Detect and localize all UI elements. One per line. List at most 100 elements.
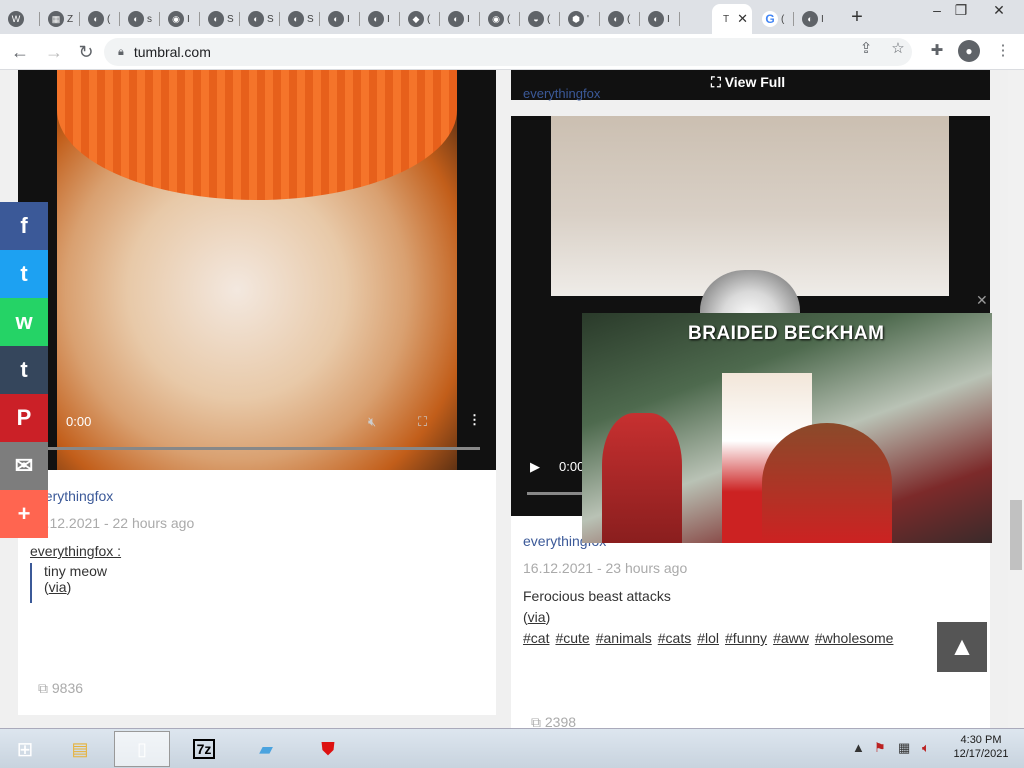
browser-tab[interactable]: ⬢ ' xyxy=(560,4,600,34)
browser-tab[interactable]: ▦ Z xyxy=(40,4,80,34)
start-button-windows-icon[interactable]: ⊞ xyxy=(4,731,46,767)
forward-arrow-icon[interactable]: → xyxy=(42,40,66,64)
reblog-quote: tiny meow (via) xyxy=(30,563,107,603)
browser-tab[interactable]: ◐ I xyxy=(440,4,480,34)
tab-favicon-icon: ◐ xyxy=(448,11,464,27)
tab-label: I xyxy=(347,13,350,25)
tab-label: ( xyxy=(627,13,631,25)
tag-link[interactable]: #lol xyxy=(697,630,719,646)
via-link[interactable]: via xyxy=(49,579,67,595)
7zip-app-icon[interactable]: 7z xyxy=(176,731,232,767)
browser-tab[interactable]: ◐( xyxy=(600,4,640,34)
share-whatsapp-button[interactable]: w xyxy=(0,298,48,346)
via-link-right[interactable]: via xyxy=(528,609,546,625)
tab-label: S xyxy=(267,13,274,25)
fullscreen-icon[interactable]: ⛶ xyxy=(418,414,427,430)
view-full-button[interactable]: ⛶ View Full xyxy=(711,74,785,91)
tag-link[interactable]: #cat xyxy=(523,630,549,646)
security-shield-app-icon[interactable]: ⛊ xyxy=(300,731,356,767)
system-clock[interactable]: 4:30 PM 12/17/2021 xyxy=(946,733,1016,761)
ad-player-figure xyxy=(602,413,682,543)
video-progress[interactable] xyxy=(48,447,480,450)
tray-expand-icon[interactable]: ▲ xyxy=(852,740,865,755)
new-tab-button[interactable]: + xyxy=(846,6,868,29)
tab-label: s xyxy=(147,13,152,25)
scrollbar-thumb[interactable] xyxy=(1010,500,1022,570)
bookmark-star-icon[interactable]: ☆ xyxy=(888,39,908,57)
reblog-author-link[interactable]: everythingfox : xyxy=(30,543,121,559)
maximize-button[interactable]: ❐ xyxy=(946,2,976,19)
document-app-icon[interactable]: ▯ xyxy=(114,731,170,767)
tag-link[interactable]: #wholesome xyxy=(815,630,894,646)
tab-google[interactable]: G ( xyxy=(754,4,794,34)
browser-tab[interactable]: ◐ S xyxy=(240,4,280,34)
profile-avatar-icon[interactable]: ● xyxy=(958,40,980,62)
share-more-button[interactable]: + xyxy=(0,490,48,538)
reload-icon[interactable]: ↻ xyxy=(74,40,98,64)
tab-last[interactable]: ◐ I xyxy=(794,4,834,34)
tag-link[interactable]: #aww xyxy=(773,630,809,646)
share-email-button[interactable]: ✉ xyxy=(0,442,48,490)
back-arrow-icon[interactable]: ← xyxy=(8,40,32,64)
notes-count-right[interactable]: ⧉ 2398 xyxy=(531,714,576,728)
browser-tab[interactable]: ◐( xyxy=(80,4,120,34)
tab-favicon-icon: ◐ xyxy=(88,11,104,27)
tab-label: I xyxy=(187,13,190,25)
previous-author-link[interactable]: everythingfox xyxy=(523,86,600,101)
browser-tab[interactable]: ◒( xyxy=(520,4,560,34)
tab-label: I xyxy=(387,13,390,25)
post-date: 16.12.2021 - 22 hours ago xyxy=(30,515,195,531)
tab-favicon-icon: ◆ xyxy=(408,11,424,27)
file-explorer-icon[interactable]: ▤ xyxy=(52,731,108,767)
browser-tab[interactable]: ◐ I xyxy=(320,4,360,34)
tab-label: Z xyxy=(67,13,74,25)
tray-flag-icon[interactable]: ⚑ xyxy=(874,740,886,756)
play-icon[interactable]: ▶ xyxy=(530,459,540,475)
tab-last-label: I xyxy=(821,13,824,25)
url-text: tumbral.com xyxy=(133,44,211,60)
browser-tab[interactable]: ◐ s xyxy=(120,4,160,34)
browser-tab[interactable]: ◐ S xyxy=(200,4,240,34)
browser-tab[interactable]: ◉ I xyxy=(160,4,200,34)
tab-favicon-icon: ◉ xyxy=(488,11,504,27)
tag-link[interactable]: #cats xyxy=(658,630,691,646)
share-facebook-button[interactable]: f xyxy=(0,202,48,250)
close-window-button[interactable]: ✕ xyxy=(984,2,1014,19)
tray-network-icon[interactable]: ▦ xyxy=(898,740,910,756)
tag-link[interactable]: #funny xyxy=(725,630,767,646)
address-bar[interactable]: 🔒︎ tumbral.com xyxy=(104,38,912,66)
vertical-scrollbar[interactable] xyxy=(1008,70,1024,728)
browser-tab[interactable]: ◐ I xyxy=(360,4,400,34)
video-progress-right[interactable] xyxy=(527,492,587,495)
notes-count-left[interactable]: ⧉ 9836 xyxy=(38,680,83,697)
browser-tab[interactable]: ◐ S xyxy=(280,4,320,34)
floating-video-ad[interactable]: BRAIDED BECKHAM xyxy=(582,313,992,543)
via-close-paren: ) xyxy=(66,579,72,595)
email-icon: ✉ xyxy=(14,453,34,478)
share-tumblr-button[interactable]: t xyxy=(0,346,48,394)
browser-tab[interactable]: ◐ I xyxy=(640,4,680,34)
browser-tab[interactable]: ◉( xyxy=(480,4,520,34)
video-menu-icon[interactable]: ⋮ xyxy=(468,412,481,428)
tag-link[interactable]: #animals xyxy=(596,630,652,646)
mute-icon[interactable]: 🔇︎ xyxy=(368,414,376,430)
whatsapp-icon: w xyxy=(15,309,33,334)
tray-volume-icon[interactable]: 🔈︎ xyxy=(922,740,930,756)
share-page-icon[interactable]: ⇪ xyxy=(856,39,876,57)
tumblr-icon: t xyxy=(20,357,28,382)
tag-link[interactable]: #cute xyxy=(555,630,589,646)
browser-tab[interactable]: ◆( xyxy=(400,4,440,34)
share-twitter-button[interactable]: t xyxy=(0,250,48,298)
browser-toolbar: ← → ↻ 🔒︎ tumbral.com ⇪ ☆ ✚ ● ⋮ xyxy=(0,34,1024,70)
menu-kebab-icon[interactable]: ⋮ xyxy=(992,40,1014,62)
tab-active-label: T xyxy=(723,13,730,25)
close-tab-icon[interactable]: ✕ xyxy=(737,11,748,27)
twitter-icon: t xyxy=(20,261,28,286)
extensions-puzzle-icon[interactable]: ✚ xyxy=(926,40,948,62)
browser-tab[interactable]: W xyxy=(0,4,40,34)
ad-close-icon[interactable]: ✕ xyxy=(976,292,988,309)
tab-active[interactable]: T ✕ xyxy=(712,4,752,34)
scroll-to-top-button[interactable]: ▲ xyxy=(937,622,987,672)
notepad-app-icon[interactable]: ▰ xyxy=(238,731,294,767)
share-pinterest-button[interactable]: P xyxy=(0,394,48,442)
